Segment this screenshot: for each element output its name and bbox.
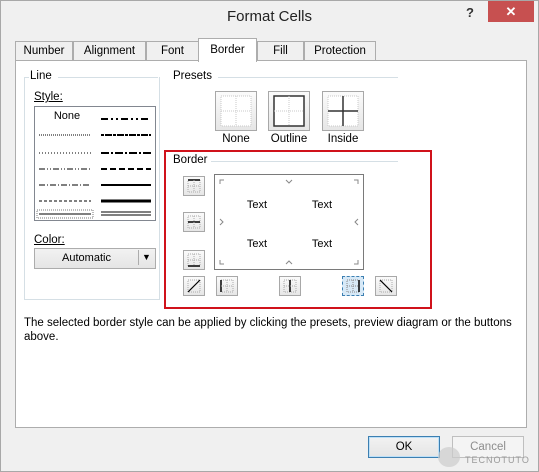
border-left-button[interactable] bbox=[216, 276, 238, 296]
diagonal-up-icon bbox=[187, 279, 201, 293]
diagonal-down-icon bbox=[379, 279, 393, 293]
border-group-divider bbox=[211, 161, 398, 162]
preset-outline-icon bbox=[273, 95, 305, 127]
preview-text-bottom-right: Text bbox=[311, 238, 333, 250]
dialog-title: Format Cells bbox=[226, 8, 312, 25]
preset-outline-label: Outline bbox=[270, 133, 308, 145]
border-right-icon bbox=[346, 279, 360, 293]
preview-text-top-left: Text bbox=[246, 199, 268, 211]
border-diagonal-up-button[interactable] bbox=[183, 276, 205, 296]
border-info-text: The selected border style can be applied… bbox=[24, 317, 512, 343]
border-preview-diagram[interactable]: Text Text Text Text bbox=[214, 174, 364, 270]
preset-none-icon bbox=[220, 95, 252, 127]
dialog-footer: OK Cancel TECNOTUTO bbox=[1, 427, 538, 471]
tab-protection[interactable]: Protection bbox=[304, 41, 376, 61]
border-tab-panel: Line Style: None Color: Automatic ▼ Pres… bbox=[15, 60, 527, 428]
preset-inside-icon bbox=[327, 95, 359, 127]
ok-button[interactable]: OK bbox=[368, 436, 440, 458]
border-group-label: Border bbox=[173, 154, 208, 166]
line-style-samples[interactable] bbox=[35, 107, 155, 220]
line-group-label: Line bbox=[30, 70, 52, 82]
tab-alignment[interactable]: Alignment bbox=[73, 41, 146, 61]
border-bottom-icon bbox=[187, 253, 201, 267]
line-group-border-left bbox=[24, 77, 25, 299]
tab-fill[interactable]: Fill bbox=[257, 41, 304, 61]
border-inside-vertical-icon bbox=[283, 279, 297, 293]
preset-inside-label: Inside bbox=[327, 133, 359, 145]
color-dropdown[interactable]: Automatic ▼ bbox=[34, 248, 156, 269]
line-style-list[interactable]: None bbox=[34, 106, 156, 221]
preset-outline-button[interactable] bbox=[268, 91, 310, 131]
color-label: Color: bbox=[34, 234, 65, 246]
chevron-down-icon[interactable]: ▼ bbox=[138, 250, 154, 265]
border-inside-horizontal-icon bbox=[187, 215, 201, 229]
border-bottom-button[interactable] bbox=[183, 250, 205, 270]
border-inside-horizontal-button[interactable] bbox=[183, 212, 205, 232]
border-diagonal-down-button[interactable] bbox=[375, 276, 397, 296]
tab-number[interactable]: Number bbox=[15, 41, 73, 61]
line-group-border-right bbox=[159, 77, 160, 299]
watermark-text: TECNOTUTO bbox=[465, 455, 530, 465]
border-right-button[interactable] bbox=[342, 276, 364, 296]
preset-none-label: None bbox=[222, 133, 250, 145]
preview-text-top-right: Text bbox=[311, 199, 333, 211]
tab-border[interactable]: Border bbox=[198, 38, 257, 62]
watermark-logo-icon bbox=[438, 447, 460, 467]
line-group-border-bottom bbox=[24, 299, 160, 300]
help-button[interactable]: ? bbox=[460, 5, 480, 23]
color-value: Automatic bbox=[62, 252, 111, 264]
border-top-button[interactable] bbox=[183, 176, 205, 196]
presets-group-label: Presets bbox=[173, 70, 212, 82]
border-inside-vertical-button[interactable] bbox=[279, 276, 301, 296]
border-top-icon bbox=[187, 179, 201, 193]
presets-group-divider bbox=[218, 77, 398, 78]
close-button[interactable]: ✕ bbox=[488, 1, 534, 22]
border-left-icon bbox=[220, 279, 234, 293]
preview-corner-marks bbox=[219, 179, 359, 265]
title-bar: Format Cells ? ✕ bbox=[1, 1, 538, 33]
tab-font[interactable]: Font bbox=[146, 41, 199, 61]
format-cells-dialog: Format Cells ? ✕ Number Alignment Font B… bbox=[0, 0, 539, 472]
line-group-divider bbox=[58, 77, 158, 78]
preview-text-bottom-left: Text bbox=[246, 238, 268, 250]
preset-none-button[interactable] bbox=[215, 91, 257, 131]
style-label: Style: bbox=[34, 91, 63, 103]
preset-inside-button[interactable] bbox=[322, 91, 364, 131]
